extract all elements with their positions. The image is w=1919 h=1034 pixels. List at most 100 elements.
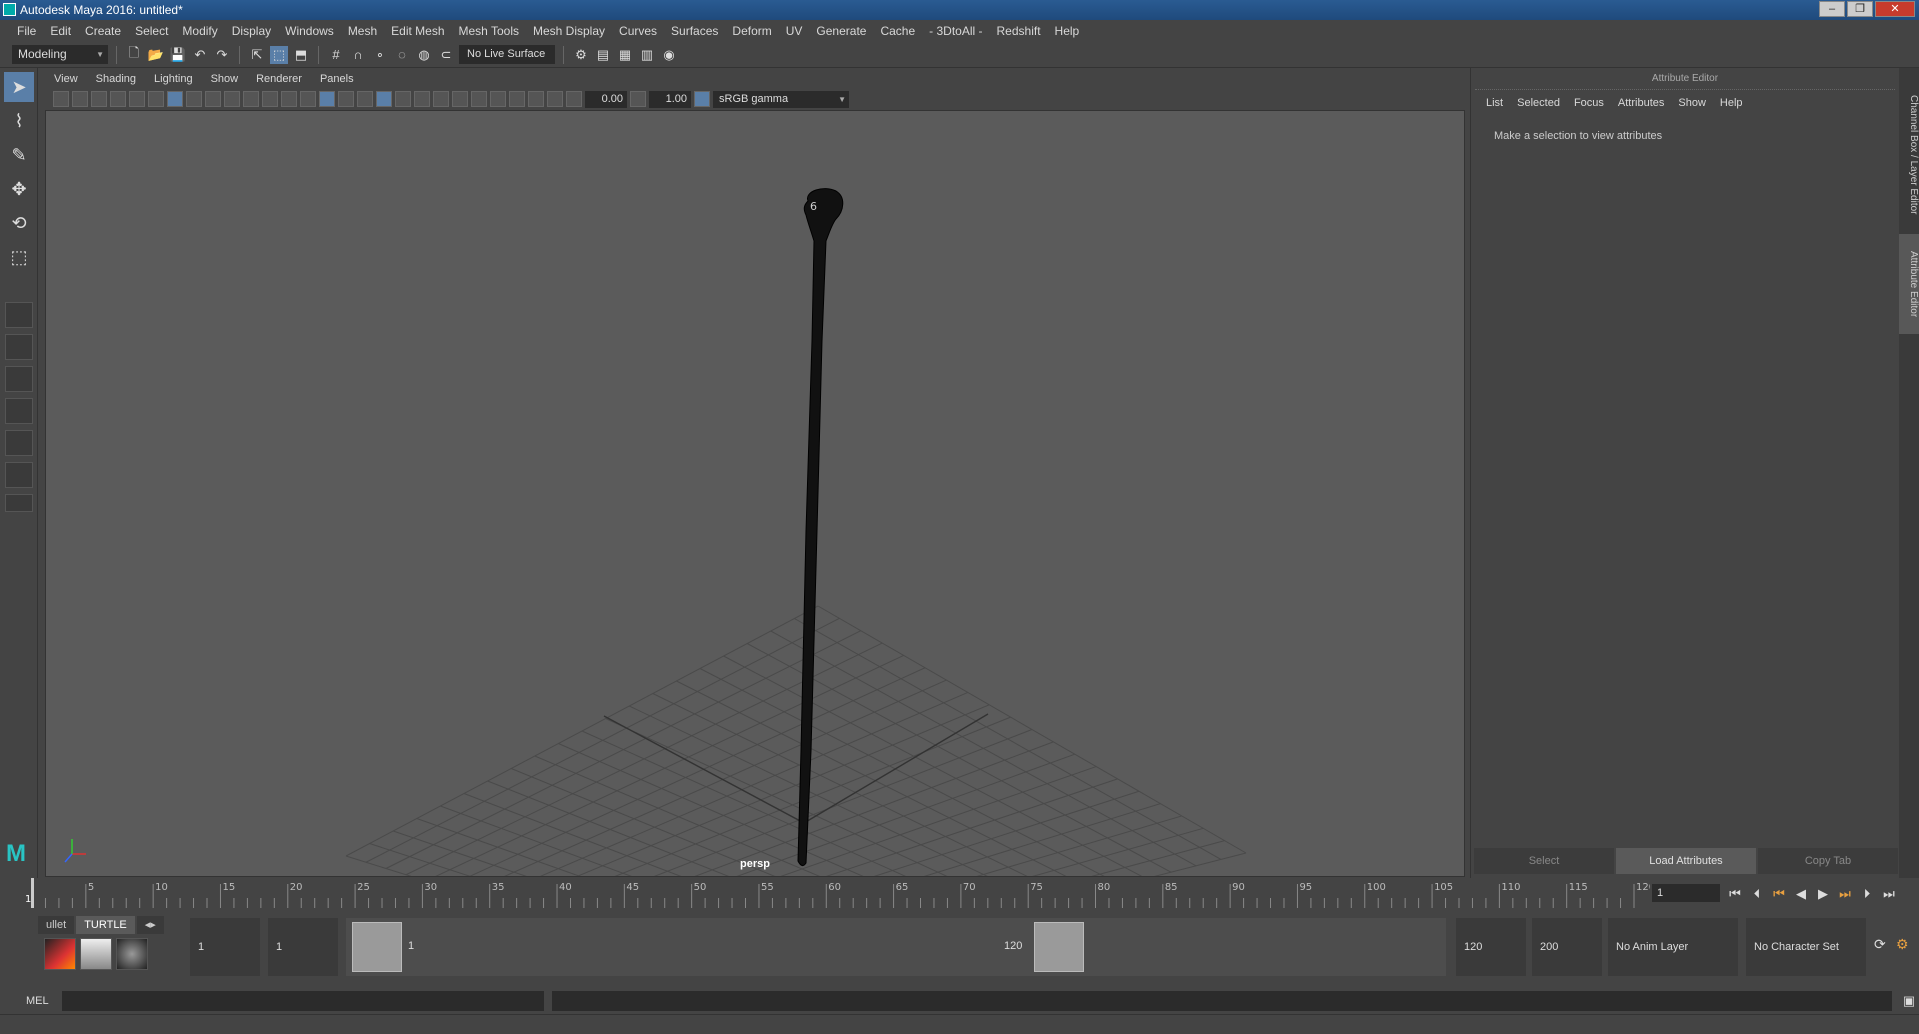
- range-start-handle[interactable]: [352, 922, 402, 972]
- four-view-layout-button[interactable]: [5, 334, 33, 360]
- attr-menu-show[interactable]: Show: [1671, 97, 1713, 109]
- default-material-icon[interactable]: [338, 91, 354, 107]
- select-button[interactable]: Select: [1474, 848, 1614, 874]
- custom-layout-button[interactable]: [5, 494, 33, 512]
- menu-windows[interactable]: Windows: [278, 24, 341, 38]
- attr-menu-selected[interactable]: Selected: [1510, 97, 1567, 109]
- wireframe-icon[interactable]: [300, 91, 316, 107]
- grease-pencil-icon[interactable]: [148, 91, 164, 107]
- anim-preferences-icon[interactable]: ⚙: [1896, 936, 1914, 953]
- render-settings-icon[interactable]: ⚙: [572, 46, 590, 64]
- maximize-button[interactable]: ❐: [1847, 1, 1873, 17]
- outliner-persp-graph-layout-button[interactable]: [5, 430, 33, 456]
- field-chart-icon[interactable]: [243, 91, 259, 107]
- attr-menu-list[interactable]: List: [1479, 97, 1510, 109]
- select-component-icon[interactable]: ⬒: [292, 46, 310, 64]
- live-surface-field[interactable]: No Live Surface: [459, 45, 555, 64]
- resolution-gate-icon[interactable]: [205, 91, 221, 107]
- step-forward-frame-icon[interactable]: ⏵: [1858, 886, 1876, 902]
- play-forwards-icon[interactable]: ▶: [1814, 886, 1832, 902]
- select-hierarchy-icon[interactable]: ⇱: [248, 46, 266, 64]
- select-tool-icon[interactable]: ➤: [4, 72, 34, 102]
- isolate-select-icon[interactable]: [490, 91, 506, 107]
- select-object-icon[interactable]: ⬚: [270, 45, 288, 64]
- close-button[interactable]: ✕: [1875, 1, 1915, 17]
- persp-outliner-layout-button[interactable]: [5, 366, 33, 392]
- render-current-icon[interactable]: ▦: [616, 46, 634, 64]
- copy-tab-button[interactable]: Copy Tab: [1758, 848, 1898, 874]
- paint-select-tool-icon[interactable]: ✎: [4, 140, 34, 170]
- grid-toggle-icon[interactable]: [167, 91, 183, 107]
- menu-mesh-tools[interactable]: Mesh Tools: [452, 24, 526, 38]
- safe-action-icon[interactable]: [262, 91, 278, 107]
- snap-view-plane-icon[interactable]: ◌: [393, 46, 411, 64]
- menuset-dropdown[interactable]: Modeling: [12, 45, 108, 64]
- panel-menu-lighting[interactable]: Lighting: [145, 73, 202, 85]
- animation-start-field[interactable]: 1: [190, 918, 260, 976]
- menu-display[interactable]: Display: [225, 24, 278, 38]
- menu-cache[interactable]: Cache: [873, 24, 922, 38]
- panel-menu-view[interactable]: View: [45, 73, 87, 85]
- exposure-field[interactable]: 0.00: [585, 90, 627, 108]
- gamma-field[interactable]: 1.00: [649, 90, 691, 108]
- play-backwards-icon[interactable]: ◀: [1792, 886, 1810, 902]
- ipr-render-icon[interactable]: ▥: [638, 46, 656, 64]
- attr-menu-attributes[interactable]: Attributes: [1611, 97, 1671, 109]
- menu-file[interactable]: File: [10, 24, 43, 38]
- menu-uv[interactable]: UV: [779, 24, 810, 38]
- command-input[interactable]: [62, 991, 544, 1011]
- go-to-start-icon[interactable]: ⏮: [1726, 886, 1744, 902]
- load-attributes-button[interactable]: Load Attributes: [1616, 848, 1756, 874]
- step-back-key-icon[interactable]: ⏮: [1770, 886, 1788, 902]
- hypershade-icon[interactable]: ◉: [660, 46, 678, 64]
- xray-icon[interactable]: [509, 91, 525, 107]
- go-to-end-icon[interactable]: ⏭: [1880, 886, 1898, 902]
- xray-joints-icon[interactable]: [528, 91, 544, 107]
- color-management-icon[interactable]: [694, 91, 710, 107]
- snap-grid-icon[interactable]: #: [327, 46, 345, 64]
- shelf-tab-scroll-icon[interactable]: ◂▸: [136, 916, 164, 934]
- menu-edit-mesh[interactable]: Edit Mesh: [384, 24, 451, 38]
- playback-start-field[interactable]: 1: [268, 918, 338, 976]
- single-perspective-layout-button[interactable]: [5, 302, 33, 328]
- menu-select[interactable]: Select: [128, 24, 175, 38]
- panel-menu-panels[interactable]: Panels: [311, 73, 363, 85]
- redo-icon[interactable]: ↷: [213, 46, 231, 64]
- film-gate-icon[interactable]: [186, 91, 202, 107]
- motion-blur-icon[interactable]: [452, 91, 468, 107]
- new-scene-icon[interactable]: 🗋: [125, 45, 143, 64]
- shadows-icon[interactable]: [414, 91, 430, 107]
- animation-end-field[interactable]: 200: [1532, 918, 1602, 976]
- minimize-button[interactable]: –: [1819, 1, 1845, 17]
- step-forward-key-icon[interactable]: ⏭: [1836, 886, 1854, 902]
- open-scene-icon[interactable]: 📂: [147, 46, 165, 64]
- move-tool-icon[interactable]: ✥: [4, 174, 34, 204]
- menu-deform[interactable]: Deform: [725, 24, 778, 38]
- menu-mesh-display[interactable]: Mesh Display: [526, 24, 612, 38]
- exposure-icon[interactable]: [566, 91, 582, 107]
- two-d-pan-zoom-icon[interactable]: [129, 91, 145, 107]
- magnet-icon[interactable]: ⊂: [437, 46, 455, 64]
- camera-attributes-icon[interactable]: [72, 91, 88, 107]
- scale-tool-icon[interactable]: ⬚: [4, 242, 34, 272]
- smooth-shade-icon[interactable]: [319, 91, 335, 107]
- character-set-dropdown[interactable]: No Character Set: [1746, 918, 1866, 976]
- attr-menu-help[interactable]: Help: [1713, 97, 1750, 109]
- safe-title-icon[interactable]: [281, 91, 297, 107]
- menu-help[interactable]: Help: [1048, 24, 1087, 38]
- image-plane-icon[interactable]: [110, 91, 126, 107]
- menu-3dtoall[interactable]: - 3DtoAll -: [922, 24, 989, 38]
- camera-select-icon[interactable]: [53, 91, 69, 107]
- menu-mesh[interactable]: Mesh: [341, 24, 384, 38]
- render-view-icon[interactable]: ▤: [594, 46, 612, 64]
- wireframe-on-shaded-icon[interactable]: [357, 91, 373, 107]
- menu-surfaces[interactable]: Surfaces: [664, 24, 725, 38]
- attribute-editor-tab[interactable]: Attribute Editor: [1899, 234, 1919, 334]
- time-slider[interactable]: 5 10 15 20 25 30 35 40 45 50 55 60 65 70 75 80 85 90 95 100…: [22, 878, 1650, 908]
- turtle-sphere-icon[interactable]: [116, 938, 148, 970]
- snap-curve-icon[interactable]: ∩: [349, 46, 367, 64]
- rotate-tool-icon[interactable]: ⟲: [4, 208, 34, 238]
- auto-key-icon[interactable]: ⟳: [1874, 936, 1892, 953]
- range-end-handle[interactable]: [1034, 922, 1084, 972]
- menu-edit[interactable]: Edit: [43, 24, 78, 38]
